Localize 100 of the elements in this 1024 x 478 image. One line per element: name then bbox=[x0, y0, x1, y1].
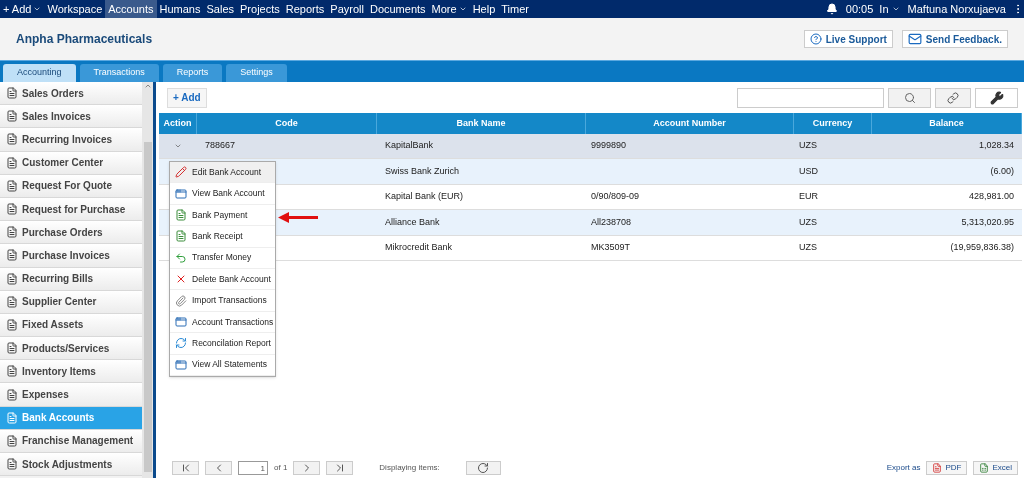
refresh-icon bbox=[477, 462, 490, 474]
scrollbar-thumb[interactable] bbox=[143, 142, 152, 472]
table-cell-text: (6.00) bbox=[990, 164, 1014, 178]
sidebar-item[interactable]: Request for Purchase bbox=[0, 197, 142, 222]
nav-link[interactable]: Accounts bbox=[105, 0, 157, 18]
sidebar-item[interactable]: Customer Center bbox=[0, 151, 142, 175]
sidebar-item[interactable]: Purchase Orders bbox=[0, 221, 142, 245]
nav-link[interactable]: Projects bbox=[237, 0, 283, 18]
sidebar-item[interactable]: Purchase Invoices bbox=[0, 244, 142, 268]
pencil-icon bbox=[175, 166, 187, 179]
menu-item[interactable]: Transfer Money bbox=[170, 247, 275, 269]
document-icon bbox=[6, 434, 18, 447]
document-icon bbox=[175, 230, 187, 243]
next-page-button[interactable] bbox=[293, 461, 321, 475]
nav-link[interactable]: Workspace bbox=[44, 0, 106, 18]
page-number-field[interactable]: 1 bbox=[238, 461, 268, 475]
document-icon bbox=[6, 411, 18, 424]
document-icon bbox=[6, 87, 18, 100]
document-icon bbox=[6, 318, 18, 331]
window-icon bbox=[175, 315, 187, 328]
window-icon bbox=[175, 187, 187, 200]
refresh-button[interactable] bbox=[465, 461, 501, 475]
menu-item[interactable]: Delete Bank Account bbox=[170, 268, 275, 291]
spreadsheet-icon bbox=[979, 463, 990, 473]
bell-icon[interactable] bbox=[825, 3, 838, 15]
document-icon bbox=[6, 203, 18, 216]
caret-icon bbox=[458, 5, 467, 13]
sidebar-item[interactable]: Products/Services bbox=[0, 337, 142, 361]
help-icon bbox=[809, 33, 822, 45]
user-name-link[interactable]: Maftuna Norxujaeva bbox=[907, 0, 1006, 18]
document-icon bbox=[6, 365, 18, 378]
scroll-up-icon[interactable] bbox=[143, 82, 152, 90]
nav-link[interactable]: Documents bbox=[366, 0, 429, 18]
menu-item[interactable]: View All Statements bbox=[170, 354, 275, 376]
last-page-button[interactable] bbox=[326, 461, 354, 475]
search-field[interactable] bbox=[737, 87, 884, 108]
sidebar-item[interactable]: Recurring Bills bbox=[0, 267, 142, 291]
table-row[interactable]: 788667 KapitalBank 9999890 UZS 1,028.34 bbox=[159, 134, 1022, 160]
menu-item[interactable]: Bank Receipt bbox=[170, 226, 275, 248]
first-page-button[interactable] bbox=[172, 461, 199, 475]
document-icon bbox=[6, 295, 18, 308]
nav-link[interactable]: Timer bbox=[498, 0, 532, 18]
pointer-arrow bbox=[278, 212, 318, 223]
nav-link[interactable]: Payroll bbox=[327, 0, 367, 18]
sidebar-item[interactable]: Supplier Center bbox=[0, 290, 142, 314]
nav-link[interactable]: More bbox=[428, 0, 470, 18]
settings-button[interactable] bbox=[975, 87, 1018, 108]
sidebar-item[interactable]: Expenses bbox=[0, 383, 142, 407]
table-cell-text: 5,313,020.95 bbox=[961, 215, 1014, 229]
table-cell: 428,981.00 bbox=[968, 190, 1014, 204]
sidebar-item[interactable]: Stock Adjustments bbox=[0, 453, 142, 477]
nav-link[interactable]: Sales bbox=[203, 0, 238, 18]
document-icon bbox=[6, 133, 18, 146]
document-icon bbox=[6, 388, 18, 401]
document-icon bbox=[6, 458, 18, 471]
status-dropdown[interactable]: In bbox=[879, 0, 900, 18]
send-feedback-button[interactable]: Send Feedback. bbox=[901, 30, 1008, 48]
menu-item[interactable]: Import Transactions bbox=[170, 290, 275, 312]
sidebar-item[interactable]: Sales Orders bbox=[0, 82, 142, 106]
tab[interactable]: Accounting bbox=[3, 64, 76, 82]
sidebar-item[interactable]: Recurring Invoices bbox=[0, 128, 142, 152]
timer-text: 00:05 bbox=[845, 1, 874, 17]
add-button[interactable]: + Add bbox=[167, 87, 207, 108]
pdf-button[interactable]: PDF bbox=[926, 461, 968, 475]
sidebar-item[interactable]: Franchise Management bbox=[0, 429, 142, 453]
table-cell-text: UZS bbox=[799, 241, 817, 254]
refresh-icon bbox=[175, 337, 187, 350]
excel-button[interactable]: Excel bbox=[973, 461, 1018, 475]
table-cell-text: Swiss Bank Zurich bbox=[385, 164, 460, 178]
menu-item[interactable]: Edit Bank Account bbox=[170, 162, 275, 184]
table-cell: KapitalBank bbox=[385, 139, 434, 153]
table-cell: 1,028.34 bbox=[978, 139, 1014, 153]
nav-link[interactable]: Help bbox=[469, 0, 499, 18]
menu-item[interactable]: View Bank Account bbox=[170, 183, 275, 205]
nav-link[interactable]: + Add bbox=[0, 0, 45, 18]
live-support-button[interactable]: Live Support bbox=[803, 30, 893, 48]
displaying-items-text: Displaying items: bbox=[379, 462, 440, 474]
nav-link[interactable]: Humans bbox=[156, 0, 204, 18]
search-icon bbox=[903, 91, 916, 104]
table-cell-text: UZS bbox=[799, 215, 817, 229]
sidebar-item[interactable]: Sales Invoices bbox=[0, 105, 142, 129]
pdf-icon bbox=[932, 463, 943, 473]
sidebar-item[interactable]: Inventory Items bbox=[0, 360, 142, 384]
table-cell: 9999890 bbox=[591, 139, 627, 153]
table-cell: UZS bbox=[799, 139, 817, 153]
document-icon bbox=[6, 342, 18, 355]
document-icon bbox=[6, 179, 18, 192]
nav-link[interactable]: Reports bbox=[282, 0, 328, 18]
link-button[interactable] bbox=[935, 87, 971, 108]
previous-page-button[interactable] bbox=[205, 461, 232, 475]
menu-item[interactable]: Account Transactions bbox=[170, 311, 275, 334]
table-cell: Kapital Bank (EUR) bbox=[385, 190, 464, 204]
link-icon bbox=[947, 91, 959, 104]
menu-item[interactable]: Reconcilation Report bbox=[170, 333, 275, 355]
sidebar-item[interactable]: Request For Quote bbox=[0, 174, 142, 198]
document-icon bbox=[6, 249, 18, 262]
menu-item[interactable]: Bank Payment bbox=[170, 204, 275, 227]
search-button[interactable] bbox=[888, 87, 931, 108]
document-icon bbox=[6, 156, 18, 169]
sidebar-item[interactable]: Fixed Assets bbox=[0, 313, 142, 338]
